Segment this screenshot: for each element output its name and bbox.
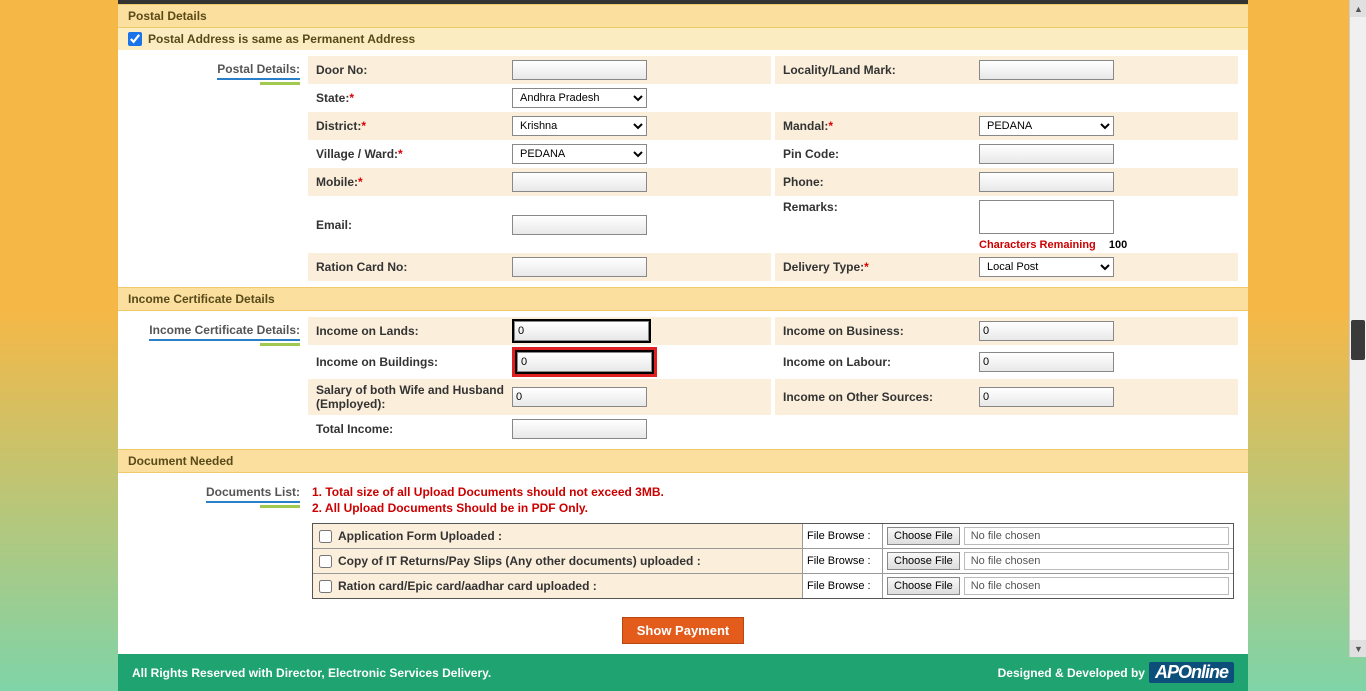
doc-label-0: Application Form Uploaded :	[338, 529, 502, 543]
file-status-0: No file chosen	[964, 527, 1229, 545]
phone-input[interactable]	[979, 172, 1114, 192]
doc-label-2: Ration card/Epic card/aadhar card upload…	[338, 579, 597, 593]
mobile-input[interactable]	[512, 172, 647, 192]
delivery-select[interactable]: Local Post	[979, 257, 1114, 277]
income-lands-label: Income on Lands:	[312, 324, 512, 338]
mandal-label: Mandal:*	[779, 119, 979, 133]
file-browse-label-1: File Browse :	[803, 549, 883, 573]
choose-file-button-0[interactable]: Choose File	[887, 527, 960, 545]
postal-section-header: Postal Details	[118, 4, 1248, 28]
doc-checkbox-2[interactable]	[319, 580, 332, 593]
postal-side-label: Postal Details:	[118, 56, 308, 281]
phone-label: Phone:	[779, 175, 979, 189]
scroll-thumb[interactable]	[1351, 320, 1365, 360]
documents-table: Application Form Uploaded : File Browse …	[312, 523, 1234, 599]
locality-input[interactable]	[979, 60, 1114, 80]
income-labour-input[interactable]	[979, 352, 1114, 372]
delivery-label: Delivery Type:*	[779, 260, 979, 274]
income-buildings-input[interactable]	[517, 352, 652, 372]
locality-label: Locality/Land Mark:	[779, 63, 979, 77]
ration-input[interactable]	[512, 257, 647, 277]
documents-form-body: Documents List: 1. Total size of all Upl…	[118, 473, 1248, 611]
income-salary-input[interactable]	[512, 387, 647, 407]
remarks-label: Remarks:	[779, 200, 979, 214]
state-select[interactable]: Andhra Pradesh	[512, 88, 647, 108]
income-buildings-label: Income on Buildings:	[312, 355, 512, 369]
district-select[interactable]: Krishna	[512, 116, 647, 136]
income-business-label: Income on Business:	[779, 324, 979, 338]
pincode-input[interactable]	[979, 144, 1114, 164]
doc-label-1: Copy of IT Returns/Pay Slips (Any other …	[338, 554, 701, 568]
show-payment-button[interactable]: Show Payment	[622, 617, 744, 644]
choose-file-button-1[interactable]: Choose File	[887, 552, 960, 570]
postal-form-body: Postal Details: Door No: Locality/Land M…	[118, 50, 1248, 287]
file-browse-label-0: File Browse :	[803, 524, 883, 548]
pincode-label: Pin Code:	[779, 147, 979, 161]
documents-notes: 1. Total size of all Upload Documents sh…	[308, 479, 1238, 521]
income-labour-label: Income on Labour:	[779, 355, 979, 369]
mobile-label: Mobile:*	[312, 175, 512, 189]
remarks-textarea[interactable]	[979, 200, 1114, 234]
ration-label: Ration Card No:	[312, 260, 512, 274]
same-address-label: Postal Address is same as Permanent Addr…	[148, 32, 415, 46]
scroll-down-arrow[interactable]: ▼	[1350, 640, 1366, 657]
village-select[interactable]: PEDANA	[512, 144, 647, 164]
income-salary-label: Salary of both Wife and Husband (Employe…	[312, 383, 512, 411]
income-form-body: Income Certificate Details: Income on La…	[118, 311, 1248, 449]
district-label: District:*	[312, 119, 512, 133]
aponline-logo: APOnline	[1149, 662, 1234, 683]
same-address-checkbox[interactable]	[128, 32, 142, 46]
income-side-label: Income Certificate Details:	[118, 317, 308, 443]
village-label: Village / Ward:*	[312, 147, 512, 161]
doc-checkbox-1[interactable]	[319, 555, 332, 568]
file-status-1: No file chosen	[964, 552, 1229, 570]
footer-left-text: All Rights Reserved with Director, Elect…	[132, 666, 491, 680]
mandal-select[interactable]: PEDANA	[979, 116, 1114, 136]
income-section-header: Income Certificate Details	[118, 287, 1248, 311]
door-no-label: Door No:	[312, 63, 512, 77]
income-other-label: Income on Other Sources:	[779, 390, 979, 404]
vertical-scrollbar[interactable]: ▲ ▼	[1349, 0, 1366, 657]
income-lands-input[interactable]	[514, 321, 649, 341]
door-no-input[interactable]	[512, 60, 647, 80]
doc-checkbox-0[interactable]	[319, 530, 332, 543]
email-label: Email:	[312, 218, 512, 232]
income-other-input[interactable]	[979, 387, 1114, 407]
remarks-counter: Characters Remaining 100	[979, 239, 1127, 251]
income-total-input[interactable]	[512, 419, 647, 439]
documents-side-label: Documents List:	[118, 479, 308, 605]
income-total-label: Total Income:	[312, 422, 512, 436]
file-status-2: No file chosen	[964, 577, 1229, 595]
state-label: State:*	[312, 91, 512, 105]
choose-file-button-2[interactable]: Choose File	[887, 577, 960, 595]
scroll-up-arrow[interactable]: ▲	[1350, 0, 1366, 17]
documents-section-header: Document Needed	[118, 449, 1248, 473]
email-input[interactable]	[512, 215, 647, 235]
income-business-input[interactable]	[979, 321, 1114, 341]
page-footer: All Rights Reserved with Director, Elect…	[118, 654, 1248, 691]
form-container: Postal Details Postal Address is same as…	[118, 4, 1248, 654]
footer-right-prefix: Designed & Developed by	[998, 666, 1145, 680]
file-browse-label-2: File Browse :	[803, 574, 883, 598]
income-buildings-highlight	[512, 347, 657, 377]
same-address-row: Postal Address is same as Permanent Addr…	[118, 28, 1248, 50]
